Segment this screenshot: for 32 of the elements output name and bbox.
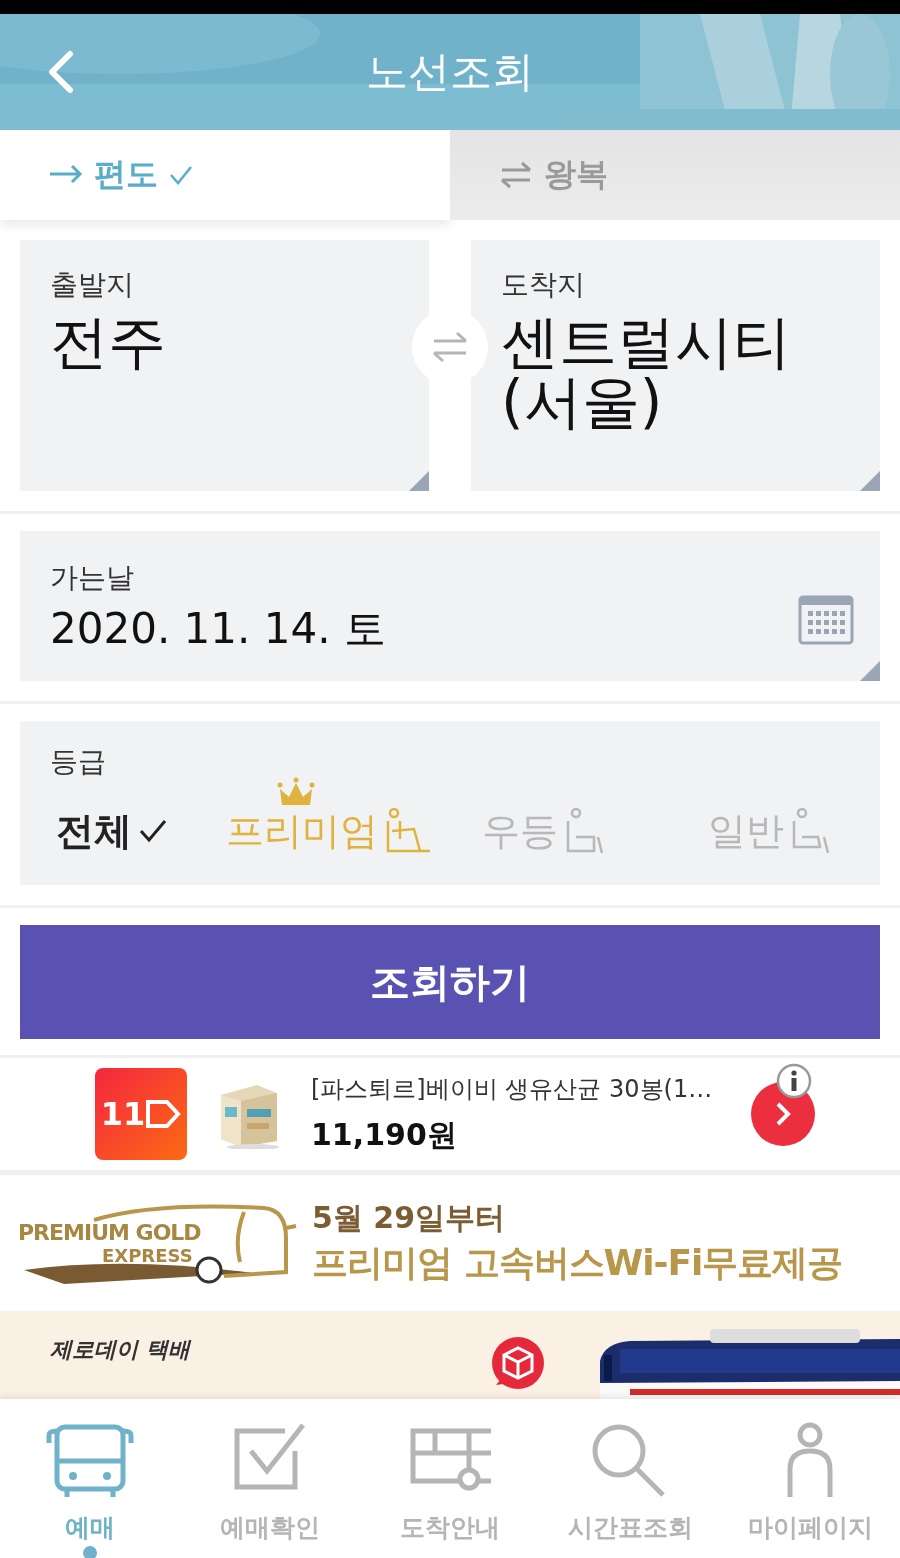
delivery-banner[interactable]: 제로데이 택배 [0,1311,900,1399]
nav-tab[interactable]: 예매 [5,1421,175,1558]
departure-field[interactable]: 출발지 전주 [20,240,429,491]
brand-name: PREMIUM GOLD [18,1220,201,1245]
promo-headline: 프리미엄 고속버스Wi-Fi무료제공 [312,1241,843,1285]
place-name: 센트럴시티 (서울) [501,312,792,432]
field-label: 출발지 [50,267,135,303]
date-field[interactable]: 가는날 2020. 11. 14. 토 [20,531,880,681]
nav-tab[interactable]: 예매확인 [185,1421,355,1558]
trip-tab[interactable]: 편도 [0,130,450,220]
promo-date: 5월 29일부터 [312,1199,507,1237]
nav-tab[interactable]: 시간표조회 [545,1421,715,1558]
brand-subtitle: EXPRESS [102,1245,194,1266]
grade-option[interactable]: 일반 [708,775,838,865]
field-label: 도착지 [501,267,586,303]
nav-tab[interactable]: 마이페이지 [725,1421,895,1558]
ad-banner[interactable]: 11 [파스퇴르]베이비 생유산균 30봉(1… 11,190원 [0,1058,900,1175]
nav-tab[interactable]: 도착안내 [365,1421,535,1558]
banner-subtitle: 제로데이 택배 [50,1336,193,1364]
field-label: 가는날 [50,560,135,596]
promo-banner[interactable]: PREMIUM GOLD EXPRESS 5월 29일부터 프리미엄 고속버스Wi-Fi무료제공 [0,1175,900,1311]
trip-tab[interactable]: 왕복 [450,130,900,220]
place-name: 전주 [50,312,167,372]
product-name: [파스퇴르]베이비 생유산균 30봉(1… [311,1073,714,1105]
grade-option[interactable]: 프리미엄 [226,775,482,865]
grade-option[interactable]: 우등 [482,775,708,865]
store-logo: 11 [95,1068,187,1160]
arrival-field[interactable]: 도착지 센트럴시티 (서울) [471,240,880,491]
date-value: 2020. 11. 14. 토 [50,603,386,655]
search-button[interactable]: 조회하기 [20,925,880,1039]
product-price: 11,190원 [311,1115,458,1154]
screen-title: 노선조회 [366,46,534,98]
